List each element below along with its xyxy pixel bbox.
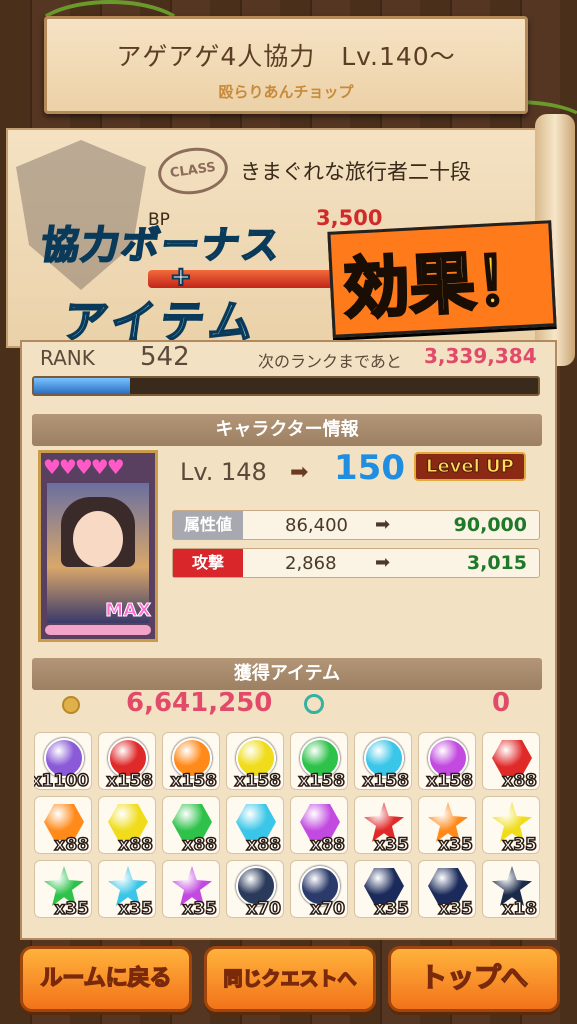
item-quantity: x158 — [170, 770, 218, 792]
promo-effect: 効果！ — [327, 220, 557, 338]
item-quantity: x88 — [118, 834, 154, 856]
item-quantity: x158 — [106, 770, 154, 792]
item-slot: x70 — [290, 860, 348, 920]
item-slot: x18 — [482, 860, 540, 920]
top-button[interactable]: トップへ — [388, 946, 560, 1012]
item-slot: x35 — [354, 796, 412, 856]
item-quantity: x88 — [182, 834, 218, 856]
item-quantity: x1100 — [34, 770, 90, 792]
promo-coop-bonus: 協力ボーナス — [37, 222, 285, 268]
item-slot: x88 — [98, 796, 156, 856]
item-slot: x158 — [418, 732, 476, 792]
boss-name: 殴らりあんチョップ — [218, 83, 354, 101]
character-face — [73, 511, 123, 567]
arrow-right-icon: ➡ — [375, 514, 391, 535]
same-quest-button[interactable]: 同じクエストへ — [204, 946, 376, 1012]
item-slot: x88 — [226, 796, 284, 856]
max-label: MAX — [105, 600, 152, 622]
stat-tag: 攻撃 — [173, 549, 243, 577]
item-quantity: x35 — [182, 898, 218, 920]
stat-row-attribute: 属性値 86,400 ➡ 90,000 — [172, 510, 540, 540]
item-slot: x158 — [162, 732, 220, 792]
next-rank-value: 3,339,384 — [424, 344, 537, 368]
item-quantity: x35 — [374, 834, 410, 856]
item-quantity: x88 — [502, 770, 538, 792]
item-slot: x35 — [418, 860, 476, 920]
item-quantity: x158 — [426, 770, 474, 792]
item-quantity: x35 — [502, 834, 538, 856]
stat-row-attack: 攻撃 2,868 ➡ 3,015 — [172, 548, 540, 578]
arrow-right-icon: ➡ — [290, 460, 309, 485]
item-quantity: x88 — [54, 834, 90, 856]
item-slot: x35 — [162, 860, 220, 920]
rank-value: 542 — [140, 342, 190, 372]
stat-tag: 属性値 — [173, 511, 243, 539]
quest-title: アゲアゲ4人協力 Lv.140〜 — [116, 42, 456, 71]
item-slot: x35 — [482, 796, 540, 856]
item-slot: x88 — [34, 796, 92, 856]
item-slot: x35 — [354, 860, 412, 920]
item-quantity: x158 — [234, 770, 282, 792]
item-slot: x35 — [418, 796, 476, 856]
class-name: きまぐれな旅行者二十段 — [240, 160, 471, 184]
item-quantity: x35 — [438, 834, 474, 856]
item-slot: x1100 — [34, 732, 92, 792]
item-quantity: x70 — [246, 898, 282, 920]
card-gauge — [45, 625, 151, 635]
character-card[interactable]: ♥♥♥♥♥ MAX — [38, 450, 158, 642]
item-slot: x158 — [98, 732, 156, 792]
item-quantity: x35 — [118, 898, 154, 920]
item-quantity: x35 — [438, 898, 474, 920]
item-grid: x1100 x158 x158 x158 x158 x158 x158 x88 x88 x88 x8… — [34, 732, 546, 932]
item-quantity: x88 — [246, 834, 282, 856]
item-slot: x88 — [162, 796, 220, 856]
water-value: 0 — [492, 688, 511, 718]
items-section-header: 獲得アイテム — [32, 658, 542, 690]
item-quantity: x158 — [298, 770, 346, 792]
stat-new: 90,000 — [453, 514, 527, 536]
level-up-badge: Level UP — [414, 452, 526, 481]
level-old: Lv. 148 — [180, 458, 267, 486]
coin-icon — [62, 696, 80, 714]
item-slot: x35 — [98, 860, 156, 920]
class-badge: CLASS — [155, 143, 231, 199]
level-new: 150 — [334, 448, 405, 488]
item-slot: x158 — [226, 732, 284, 792]
stat-old: 2,868 — [285, 553, 337, 574]
item-slot: x158 — [354, 732, 412, 792]
back-to-room-button[interactable]: ルームに戻る — [20, 946, 192, 1012]
water-icon — [304, 694, 324, 714]
item-slot: x70 — [226, 860, 284, 920]
rank-label: RANK — [40, 346, 95, 370]
item-slot: x88 — [290, 796, 348, 856]
coin-value: 6,641,250 — [126, 688, 273, 718]
bp-value: 3,500 — [316, 206, 383, 230]
rank-progress-bar — [32, 376, 540, 396]
hearts-icon: ♥♥♥♥♥ — [43, 455, 125, 479]
rank-progress-fill — [34, 378, 130, 394]
arrow-right-icon: ➡ — [375, 552, 391, 573]
item-quantity: x158 — [362, 770, 410, 792]
item-slot: x158 — [290, 732, 348, 792]
item-quantity: x35 — [54, 898, 90, 920]
quest-title-plate: アゲアゲ4人協力 Lv.140〜 殴らりあんチョップ — [44, 16, 528, 114]
item-quantity: x70 — [310, 898, 346, 920]
item-slot: x35 — [34, 860, 92, 920]
stat-old: 86,400 — [285, 515, 348, 536]
next-rank-label: 次のランクまであと — [258, 352, 402, 371]
item-quantity: x18 — [502, 898, 538, 920]
item-quantity: x88 — [310, 834, 346, 856]
stat-new: 3,015 — [466, 552, 527, 574]
item-slot: x88 — [482, 732, 540, 792]
character-section-header: キャラクター情報 — [32, 414, 542, 446]
item-quantity: x35 — [374, 898, 410, 920]
